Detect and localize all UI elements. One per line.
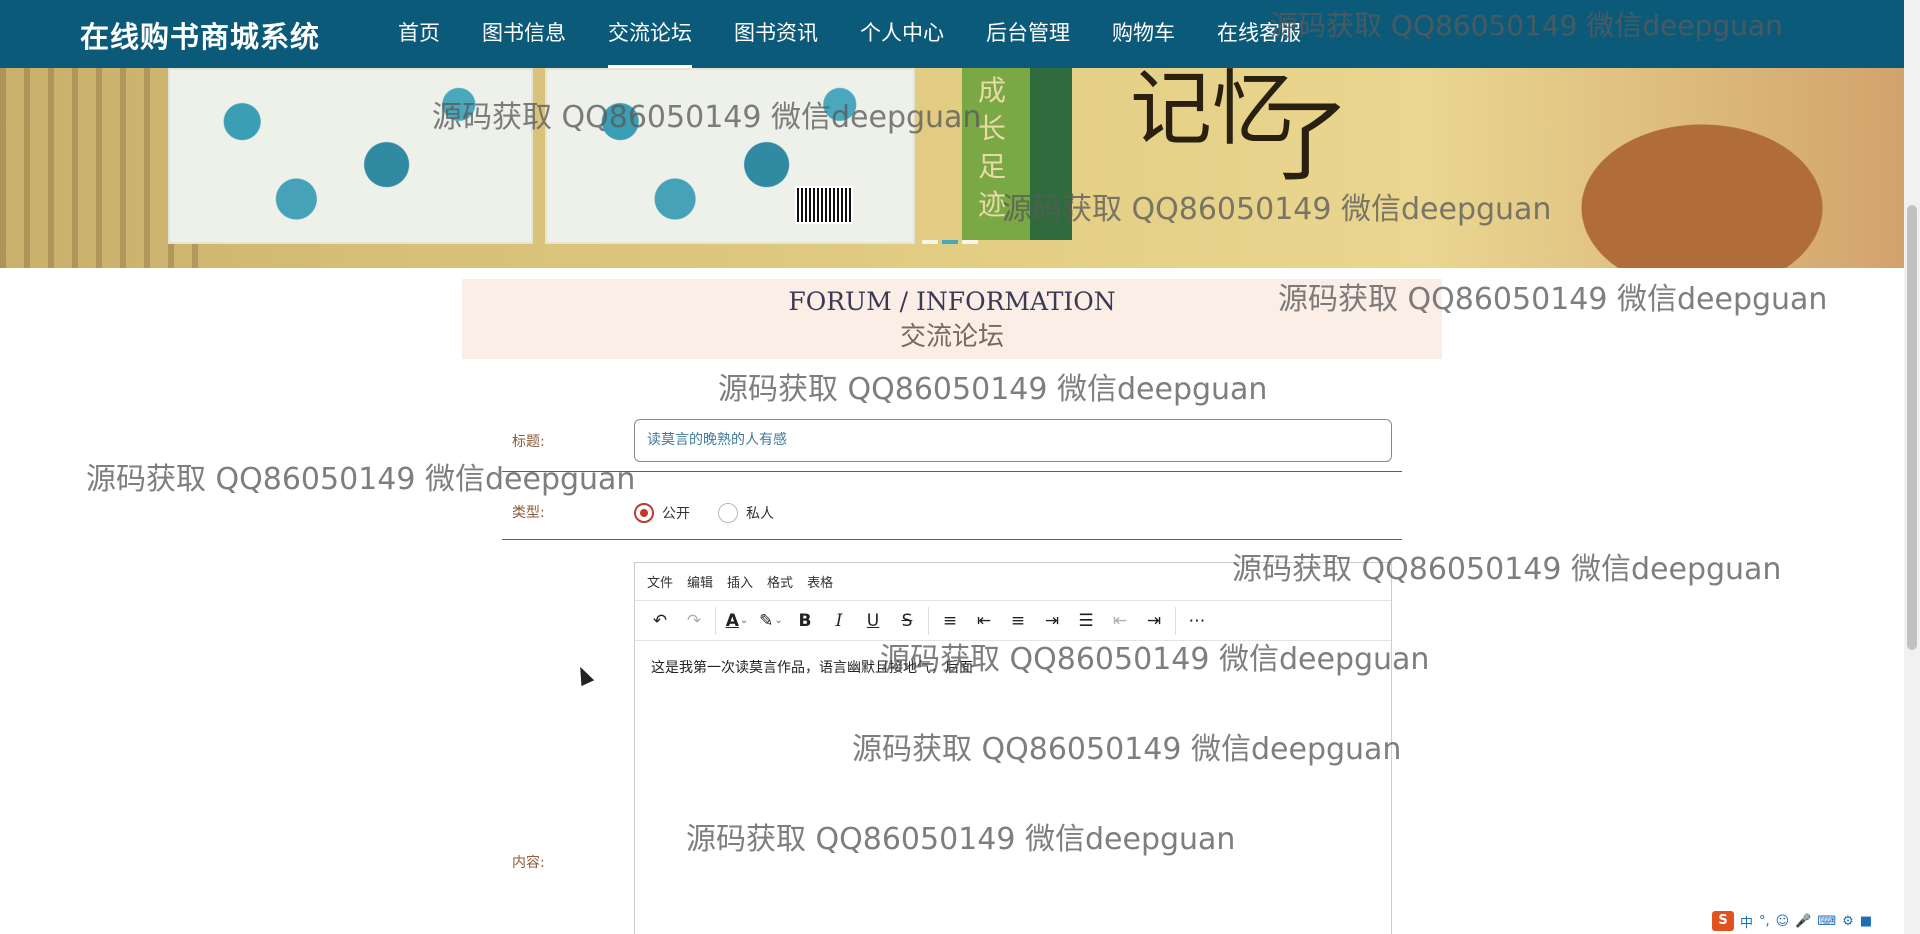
- radio-public-label[interactable]: 公开: [662, 503, 690, 523]
- toolbar-separator: [1175, 606, 1176, 635]
- type-radio-group: 公开 私人: [634, 503, 802, 523]
- nav-item-admin[interactable]: 后台管理: [986, 0, 1070, 68]
- italic-icon[interactable]: I: [822, 606, 856, 636]
- banner-figure-image: [1500, 68, 1904, 268]
- nav-item-forum[interactable]: 交流论坛: [608, 0, 692, 68]
- content-label: 内容:: [512, 855, 545, 871]
- indent-icon[interactable]: ⇥: [1137, 606, 1171, 636]
- text-color-icon[interactable]: A ⌄: [720, 606, 754, 636]
- more-icon[interactable]: ⋯: [1180, 606, 1214, 636]
- line-height-icon[interactable]: ≡: [933, 606, 967, 636]
- rich-text-editor: 文件 编辑 插入 格式 表格 ↶ ↷ A ⌄ ✎ ⌄ B I U S ≡ ⇤ ≡ ⇥…: [634, 562, 1392, 934]
- banner-book-right: [545, 68, 915, 244]
- radio-private[interactable]: [718, 503, 738, 523]
- banner-dark-band: [1030, 68, 1072, 240]
- strikethrough-icon[interactable]: S: [890, 606, 924, 636]
- editor-toolbar: ↶ ↷ A ⌄ ✎ ⌄ B I U S ≡ ⇤ ≡ ⇥ ☰ ⇤ ⇥ ⋯: [635, 601, 1391, 641]
- watermark-text: 源码获取 QQ86050149 微信deepguan: [718, 372, 1268, 407]
- site-brand[interactable]: 在线购书商城系统: [80, 14, 320, 56]
- undo-icon[interactable]: ↶: [643, 606, 677, 636]
- carousel-dot-active[interactable]: [942, 240, 958, 244]
- radio-private-label[interactable]: 私人: [746, 503, 774, 523]
- carousel-dot[interactable]: [962, 240, 978, 244]
- menu-format[interactable]: 格式: [767, 572, 793, 591]
- divider: [502, 539, 1402, 540]
- align-center-icon[interactable]: ≡: [1001, 606, 1035, 636]
- radio-public[interactable]: [634, 503, 654, 523]
- redo-icon[interactable]: ↷: [677, 606, 711, 636]
- microphone-icon[interactable]: 🎤: [1795, 914, 1811, 929]
- align-justify-icon[interactable]: ☰: [1069, 606, 1103, 636]
- watermark-text: 源码获取 QQ86050149 微信deepguan: [86, 462, 636, 497]
- skin-icon[interactable]: ■: [1860, 914, 1872, 929]
- forum-header: FORUM / INFORMATION 交流论坛: [462, 279, 1442, 359]
- title-label: 标题:: [512, 434, 545, 450]
- align-right-icon[interactable]: ⇥: [1035, 606, 1069, 636]
- nav-item-cart[interactable]: 购物车: [1112, 0, 1175, 68]
- bold-icon[interactable]: B: [788, 606, 822, 636]
- banner-calligraphy-2: 了: [1260, 89, 1350, 194]
- scrollbar-thumb[interactable]: [1907, 205, 1917, 650]
- toolbar-separator: [928, 606, 929, 635]
- page: 成长足迹 记忆 了 在线购书商城系统 首页 图书信息 交流论坛 图书资讯 个人中…: [0, 0, 1920, 934]
- forum-title-cn: 交流论坛: [899, 322, 1004, 352]
- system-tray: S 中 °, ☺ 🎤 ⌨ ⚙ ■: [1712, 910, 1872, 932]
- nav-item-books[interactable]: 图书信息: [482, 0, 566, 68]
- carousel-dots: [922, 240, 978, 244]
- title-input[interactable]: 读莫言的晚熟的人有感: [634, 419, 1392, 462]
- nav-item-profile[interactable]: 个人中心: [860, 0, 944, 68]
- nav-item-news[interactable]: 图书资讯: [734, 0, 818, 68]
- nav-menu: 首页 图书信息 交流论坛 图书资讯 个人中心 后台管理 购物车 在线客服: [398, 0, 1343, 68]
- menu-insert[interactable]: 插入: [727, 572, 753, 591]
- divider: [502, 471, 1402, 472]
- menu-file[interactable]: 文件: [647, 572, 673, 591]
- nav-item-support[interactable]: 在线客服: [1217, 0, 1301, 68]
- carousel-dot[interactable]: [922, 240, 938, 244]
- top-navbar: 在线购书商城系统 首页 图书信息 交流论坛 图书资讯 个人中心 后台管理 购物车…: [0, 0, 1920, 68]
- keyboard-icon[interactable]: ⌨: [1817, 914, 1836, 929]
- punctuation-icon[interactable]: °,: [1759, 914, 1770, 929]
- forum-title-en: FORUM / INFORMATION: [788, 287, 1116, 316]
- highlight-icon[interactable]: ✎ ⌄: [754, 606, 788, 636]
- outdent-icon[interactable]: ⇤: [1103, 606, 1137, 636]
- ime-logo-icon[interactable]: S: [1712, 911, 1734, 931]
- banner-book-left: [168, 68, 533, 244]
- menu-edit[interactable]: 编辑: [687, 572, 713, 591]
- nav-item-home[interactable]: 首页: [398, 0, 440, 68]
- settings-icon[interactable]: ⚙: [1842, 914, 1854, 929]
- ime-language[interactable]: 中: [1740, 912, 1753, 931]
- type-label: 类型:: [512, 505, 545, 521]
- toolbar-separator: [715, 606, 716, 635]
- mouse-cursor-icon: [573, 663, 595, 687]
- banner-band-text: 成长足迹: [978, 74, 1007, 221]
- underline-icon[interactable]: U: [856, 606, 890, 636]
- align-left-icon[interactable]: ⇤: [967, 606, 1001, 636]
- editor-content-area[interactable]: 这是我第一次读莫言作品，语言幽默且接地气，后面: [635, 641, 1391, 693]
- menu-table[interactable]: 表格: [807, 572, 833, 591]
- editor-menubar: 文件 编辑 插入 格式 表格: [635, 563, 1391, 601]
- banner-carousel[interactable]: 成长足迹 记忆 了: [0, 68, 1904, 268]
- emoji-icon[interactable]: ☺: [1776, 914, 1790, 929]
- barcode-image: [795, 186, 853, 224]
